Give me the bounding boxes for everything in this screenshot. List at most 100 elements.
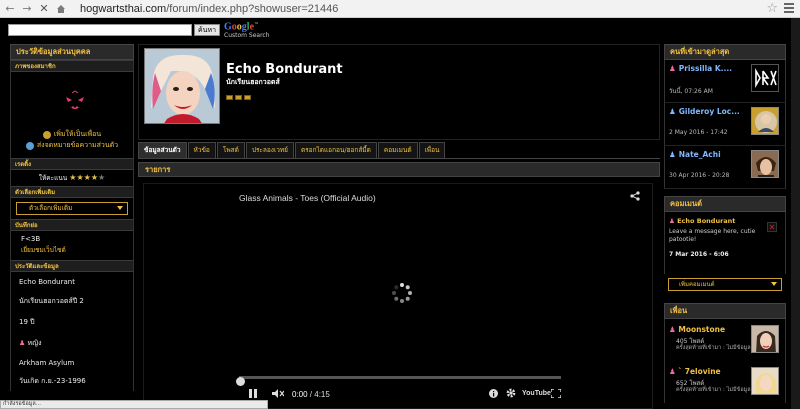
google-custom-search-logo: Google™ Custom Search: [224, 21, 270, 39]
loading-spinner-icon: [392, 283, 412, 303]
section-title: รายการ: [138, 162, 660, 177]
fullscreen-icon[interactable]: [551, 389, 561, 398]
progress-bar[interactable]: [236, 376, 561, 386]
youtube-player[interactable]: Glass Animals - Toes (Official Audio) 0:…: [143, 183, 653, 409]
home-icon[interactable]: [54, 2, 68, 16]
tab-topics[interactable]: หัวข้อ: [187, 142, 216, 159]
info-year: นักเรียนฮอกวอตส์ปี 2: [19, 297, 84, 305]
visitor-avatar[interactable]: [751, 64, 779, 92]
friend-item[interactable]: ♟ Moonstone 405 โพสต์ ครั้งสุดท้ายที่เข้…: [664, 319, 786, 361]
friend-name[interactable]: ` 7elovine: [678, 367, 720, 376]
tab-friends[interactable]: เพื่อน: [418, 142, 446, 159]
tab-posts[interactable]: โพสต์: [216, 142, 245, 159]
mute-icon[interactable]: [272, 389, 284, 398]
male-icon: ♟: [669, 150, 676, 159]
visitor-name[interactable]: Gilderoy Loc...: [679, 107, 740, 116]
comment-date: 7 Mar 2016 - 6:06: [669, 251, 729, 258]
rating-row: ให้คะแนน ★★★★★: [11, 170, 133, 186]
stop-icon[interactable]: ✕: [37, 2, 51, 16]
options-label: ตัวเลือกเพิ่มเติม: [11, 186, 133, 198]
current-time: 0:00: [292, 390, 308, 399]
video-title[interactable]: Glass Animals - Toes (Official Audio): [239, 193, 376, 203]
visitor-card[interactable]: ♟ Gilderoy Loc... 2 May 2016 - 17:42: [664, 103, 786, 146]
profile-photo: [144, 48, 220, 124]
friend-avatar[interactable]: [751, 367, 779, 395]
male-icon: ♟: [669, 107, 676, 116]
back-icon[interactable]: ←: [3, 2, 17, 16]
progress-knob[interactable]: [236, 377, 245, 386]
add-friend-link[interactable]: เพิ่มให้เป็นเพื่อน: [11, 129, 133, 140]
address-bar[interactable]: hogwartsthai.com/forum/index.php?showuse…: [80, 3, 338, 15]
page-scrollbar[interactable]: [791, 18, 800, 409]
info-gender-text: หญิง: [27, 339, 42, 347]
send-message-label: ส่งจดหมายข้อความส่วนตัว: [36, 141, 119, 149]
profile-header: Echo Bondurant นักเรียนฮอกวอตส์: [138, 44, 660, 140]
info-label: ประวัติและข้อมูล: [11, 260, 133, 272]
custom-search-label: Custom Search: [224, 31, 270, 39]
profile-main: Echo Bondurant นักเรียนฮอกวอตส์ ข้อมูลส่…: [138, 44, 660, 409]
female-icon: ♟: [669, 217, 675, 225]
profile-tabs: ข้อมูลส่วนตัว หัวข้อ โพสต์ ประลองเวทย์ ต…: [138, 142, 446, 159]
visitor-date: 2 May 2016 - 17:42: [669, 129, 728, 136]
visitor-card[interactable]: ♟ Prissilla K.... วันนี้, 07:26 AM: [664, 60, 786, 103]
comment-item: ♟ Echo Bondurant Leave a message here, c…: [664, 212, 786, 274]
user-add-icon: [42, 130, 51, 139]
visitor-avatar[interactable]: [751, 150, 779, 178]
tab-diagon-alley[interactable]: ตรอกไดแอกอน/ฮอกส์มี้ด: [294, 142, 377, 159]
visitor-avatar[interactable]: [751, 107, 779, 135]
pause-icon[interactable]: [249, 389, 257, 398]
signature-label: บันทึกย่อ: [11, 219, 133, 231]
bookmark-star-icon[interactable]: ☆: [766, 1, 778, 16]
friend-avatar[interactable]: [751, 325, 779, 353]
visitor-date: วันนี้, 07:26 AM: [669, 88, 713, 95]
youtube-logo[interactable]: YouTube: [522, 390, 551, 397]
comments-title: คอมเมนต์: [664, 196, 786, 212]
rank-badges: [226, 95, 253, 100]
add-comment-select[interactable]: เพิ่มคอมเมนต์: [668, 278, 782, 291]
time-display: 0:00 / 4:15: [292, 390, 330, 399]
duration: 4:15: [314, 390, 330, 399]
search-button[interactable]: ค้นหา: [194, 24, 221, 37]
visitor-card[interactable]: ♟ Nate_Achi 30 Apr 2016 - 20:28: [664, 146, 786, 189]
female-icon: ♟: [669, 367, 676, 376]
info-age: 19 ปี: [19, 318, 35, 326]
profile-name: Echo Bondurant: [226, 62, 343, 77]
comment-avatar[interactable]: [767, 222, 777, 232]
info-gender: ♟ หญิง: [11, 333, 133, 354]
search-input[interactable]: [8, 24, 192, 37]
forward-icon[interactable]: →: [20, 2, 34, 16]
rating-label: เรตติ้ง: [11, 158, 133, 170]
share-icon[interactable]: [630, 191, 640, 201]
url-path: /forum/index.php?showuser=21446: [166, 2, 339, 15]
visitor-name[interactable]: Nate_Achi: [679, 150, 721, 159]
tab-duels[interactable]: ประลองเวทย์: [245, 142, 294, 159]
browser-status-bar: กำลังรอข้อมูล...: [0, 400, 268, 409]
send-message-link[interactable]: ส่งจดหมายข้อความส่วนตัว: [11, 140, 133, 151]
rank-badge-icon: [235, 95, 242, 100]
left-sidebar: ประวัติข้อมูลส่วนบุคคล ภาพของสมาชิก เพิ่…: [10, 44, 134, 391]
info-house: Arkham Asylum: [19, 359, 75, 367]
rating-stars[interactable]: ★★★★★: [69, 173, 105, 182]
tab-profile[interactable]: ข้อมูลส่วนตัว: [138, 142, 187, 159]
info-icon[interactable]: [489, 389, 498, 398]
visitor-name[interactable]: Prissilla K....: [679, 64, 732, 73]
female-icon: ♟: [669, 64, 676, 73]
friends-title: เพื่อน: [664, 303, 786, 319]
tab-comments[interactable]: คอมเมนต์: [377, 142, 418, 159]
right-sidebar: คนที่เข้ามาดูล่าสุด ♟ Prissilla K.... วัน…: [664, 44, 786, 403]
recent-visitors-title: คนที่เข้ามาดูล่าสุด: [664, 44, 786, 60]
settings-gear-icon[interactable]: [506, 388, 516, 398]
comment-author[interactable]: ♟ Echo Bondurant: [669, 217, 735, 225]
profile-info-title: ประวัติข้อมูลส่วนบุคคล: [10, 44, 134, 60]
info-name: Echo Bondurant: [19, 278, 75, 286]
rating-text: ให้คะแนน: [38, 174, 68, 182]
options-select[interactable]: ตัวเลือกเพิ่มเติม: [16, 202, 128, 215]
friend-name[interactable]: Moonstone: [678, 325, 725, 334]
info-birthday: วันเกิด ก.ย.-23-1996: [19, 377, 86, 385]
profile-rank: นักเรียนฮอกวอตส์: [226, 78, 280, 86]
message-icon: [25, 141, 34, 150]
visit-website-link[interactable]: เยี่ยมชมเว็บไซต์: [11, 244, 133, 258]
browser-menu-icon[interactable]: [784, 3, 794, 13]
friend-item[interactable]: ♟ ` 7elovine 652 โพสต์ ครั้งสุดท้ายที่เข…: [664, 361, 786, 403]
comment-text: Leave a message here, cutie patootie!: [669, 228, 756, 243]
